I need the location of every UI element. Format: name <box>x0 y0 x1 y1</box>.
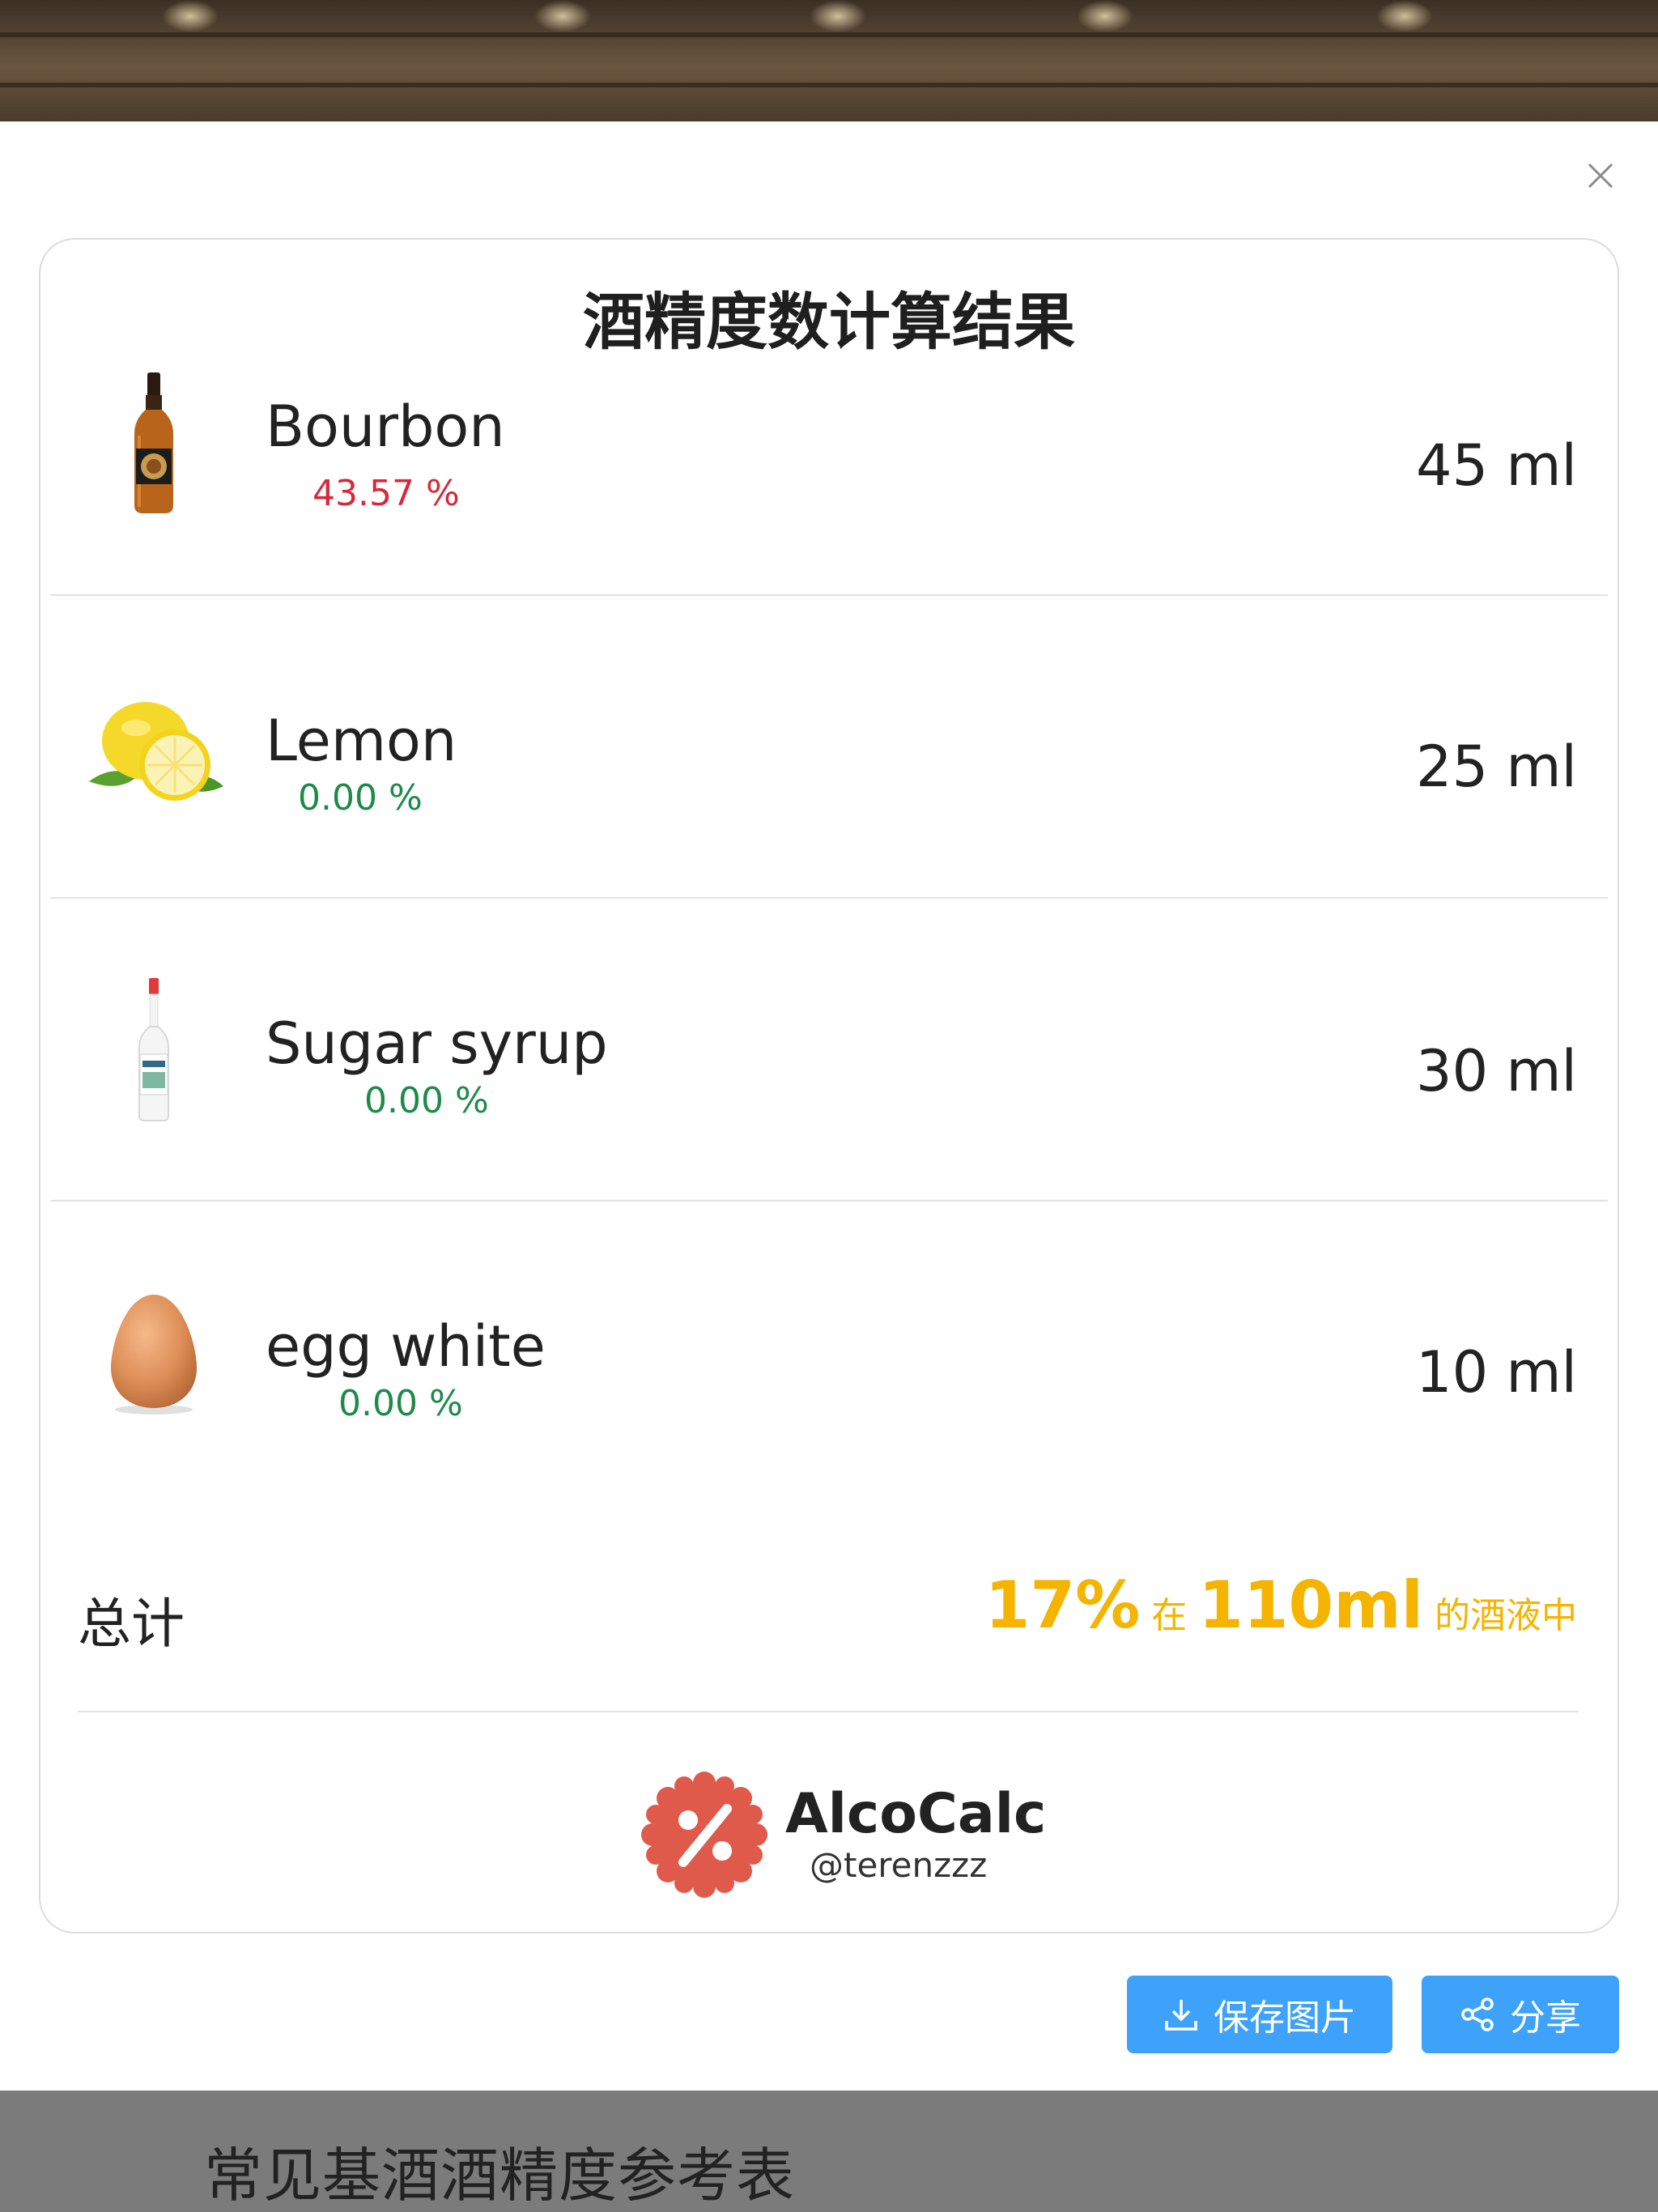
total-suffix: 的酒液中 <box>1435 1595 1577 1636</box>
background-photo <box>0 0 1658 121</box>
ingredient-abv: 43.57 % <box>312 473 460 514</box>
total-in-text: 在 <box>1151 1595 1188 1636</box>
brand-name: AlcoCalc <box>785 1782 1047 1847</box>
ingredient-name: Bourbon <box>266 393 505 460</box>
ingredient-abv: 0.00 % <box>364 1080 489 1121</box>
divider <box>78 1711 1579 1712</box>
ingredient-volume: 30 ml <box>1416 1038 1577 1104</box>
ingredient-name: Sugar syrup <box>266 1010 608 1077</box>
save-image-button[interactable]: 保存图片 <box>1127 1976 1392 2053</box>
percent-badge-icon <box>641 1772 767 1898</box>
ingredient-abv: 0.00 % <box>338 1383 463 1424</box>
bourbon-bottle-icon <box>73 293 235 594</box>
ingredient-row-egg-white: egg white 0.00 % 10 ml <box>50 1202 1608 1504</box>
ingredient-volume: 45 ml <box>1416 432 1577 499</box>
download-icon <box>1165 2000 1197 2031</box>
ingredient-name: Lemon <box>266 708 457 774</box>
close-button[interactable] <box>1579 154 1622 198</box>
save-image-label: 保存图片 <box>1214 1997 1356 2039</box>
brand-handle: @terenzzz <box>810 1844 988 1885</box>
syrup-bottle-icon <box>73 899 235 1200</box>
ingredient-row-sugar-syrup: Sugar syrup 0.00 % 30 ml <box>50 899 1608 1202</box>
total-summary: 17% 在 110ml 的酒液中 <box>985 1568 1577 1643</box>
ingredient-name: egg white <box>266 1313 546 1380</box>
ingredient-row-lemon: Lemon 0.00 % 25 ml <box>50 596 1608 899</box>
ingredient-row-bourbon: Bourbon 43.57 % 45 ml <box>50 293 1608 596</box>
total-abv: 17% <box>984 1568 1141 1643</box>
brand-block: AlcoCalc @terenzzz <box>640 1770 1046 1899</box>
lemon-icon <box>73 596 235 897</box>
close-icon <box>1588 163 1613 189</box>
total-label: 总计 <box>78 1593 185 1655</box>
share-button[interactable]: 分享 <box>1422 1976 1619 2053</box>
share-label: 分享 <box>1510 1997 1581 2039</box>
background-section-title: 常见基酒酒精度参考表 <box>204 2142 796 2210</box>
ingredient-volume: 25 ml <box>1416 734 1577 800</box>
share-icon <box>1461 1997 1494 2031</box>
egg-icon <box>73 1202 235 1504</box>
ingredient-abv: 0.00 % <box>298 777 423 819</box>
ingredient-volume: 10 ml <box>1416 1339 1577 1406</box>
total-volume: 110ml <box>1198 1568 1423 1643</box>
